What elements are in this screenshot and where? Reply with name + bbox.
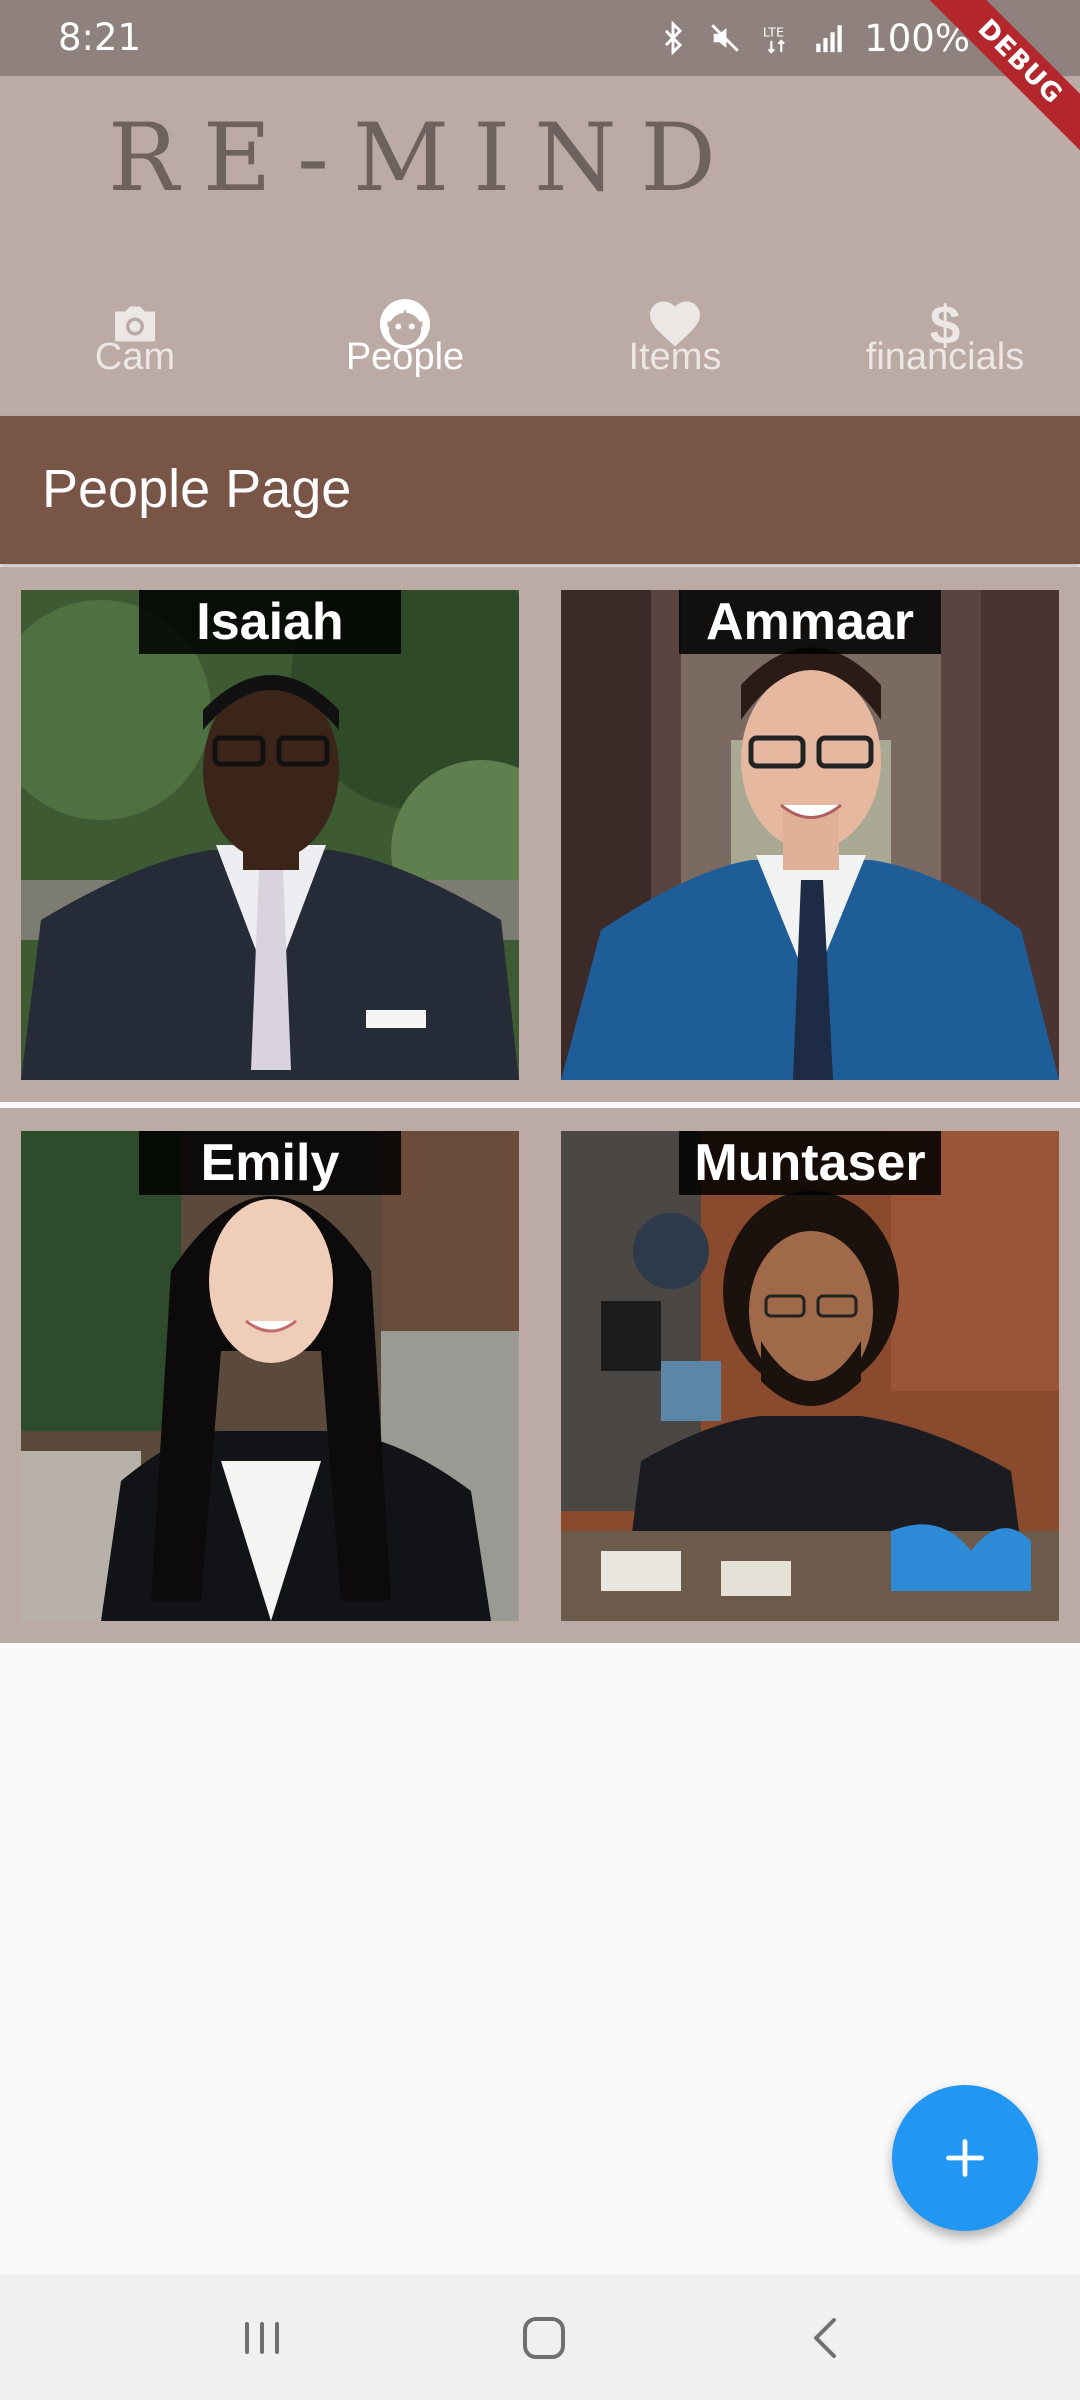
- plus-icon: [946, 2139, 984, 2177]
- person-name-tag: Isaiah: [139, 590, 401, 654]
- lte-icon: LTE: [763, 26, 786, 54]
- person-photo: [561, 590, 1059, 1080]
- page-app-bar: People Page: [0, 416, 1080, 564]
- app-header: RE-MIND Cam People Items $ financials: [0, 76, 1080, 576]
- svg-text:LTE: LTE: [763, 26, 784, 41]
- person-photo: [21, 590, 519, 1080]
- page-title: People Page: [42, 459, 352, 519]
- tab-bar: Cam People Items $ financials: [0, 236, 1080, 576]
- tab-cam[interactable]: Cam: [0, 236, 270, 416]
- person-name-tag: Ammaar: [679, 590, 941, 654]
- tab-people-label: People: [345, 336, 465, 378]
- tab-people[interactable]: People: [270, 236, 540, 416]
- back-icon[interactable]: [796, 2310, 856, 2366]
- signal-icon: [816, 25, 842, 53]
- tab-financials[interactable]: $ financials: [810, 236, 1080, 416]
- tab-cam-label: Cam: [94, 336, 176, 378]
- person-photo: [21, 1131, 519, 1621]
- person-card-emily[interactable]: Emily: [21, 1131, 519, 1621]
- person-card-ammaar[interactable]: Ammaar: [561, 590, 1059, 1080]
- recent-apps-icon[interactable]: [232, 2310, 292, 2366]
- person-name-tag: Muntaser: [679, 1131, 941, 1195]
- add-person-button[interactable]: [892, 2085, 1038, 2231]
- app-screen: 8:21 LTE 100% DEBUG RE-MIND Cam People I…: [0, 0, 1080, 2400]
- system-nav-bar: [0, 2274, 1080, 2400]
- status-time: 8:21: [58, 16, 142, 59]
- tab-financials-label: financials: [865, 336, 1025, 378]
- people-grid-row: Isaiah Ammaar: [0, 567, 1080, 1102]
- bluetooth-icon: [665, 21, 683, 55]
- person-name-tag: Emily: [139, 1131, 401, 1195]
- status-bar: 8:21 LTE 100%: [0, 0, 1080, 76]
- mute-icon: [711, 24, 739, 52]
- person-card-isaiah[interactable]: Isaiah: [21, 590, 519, 1080]
- person-photo: [561, 1131, 1059, 1621]
- person-card-muntaser[interactable]: Muntaser: [561, 1131, 1059, 1621]
- people-grid-row: Emily Muntaser: [0, 1108, 1080, 1643]
- home-icon[interactable]: [514, 2310, 574, 2366]
- tab-items[interactable]: Items: [540, 236, 810, 416]
- app-logo: RE-MIND: [108, 104, 740, 213]
- tab-items-label: Items: [628, 336, 722, 378]
